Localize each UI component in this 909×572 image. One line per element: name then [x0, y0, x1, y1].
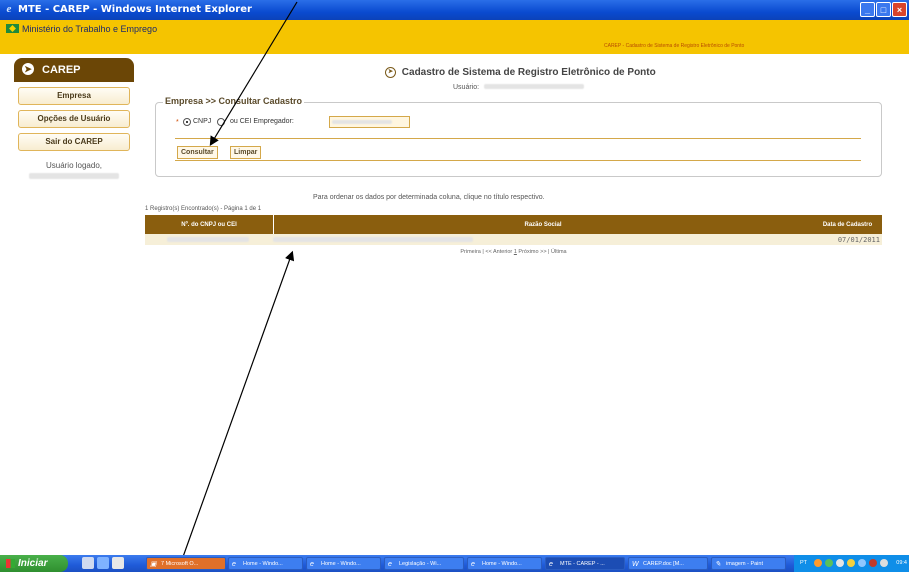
- taskbar-item-mte-carep[interactable]: e MTE - CAREP - ...: [545, 557, 625, 570]
- tray-icon[interactable]: [814, 559, 822, 567]
- annotation-arrows: [178, 1, 298, 569]
- tray-icon[interactable]: [825, 559, 833, 567]
- language-indicator[interactable]: PT: [800, 555, 807, 572]
- word-icon: W: [632, 561, 639, 568]
- taskbar-item-carep-doc[interactable]: W CAREP.doc [M...: [628, 557, 708, 570]
- ie-icon: e: [388, 561, 392, 568]
- arrow-to-consultar: [209, 1, 298, 147]
- arrow-to-result-row: [178, 250, 295, 569]
- tray-icon[interactable]: [869, 559, 877, 567]
- taskbar-item-microsoft-office[interactable]: ▣ 7 Microsoft O...: [146, 557, 226, 570]
- ie-quicklaunch-icon[interactable]: [97, 557, 109, 569]
- taskbar-item-home-2[interactable]: e Home - Windo...: [306, 557, 381, 570]
- ie-icon: e: [471, 561, 475, 568]
- windows-logo-icon: [6, 559, 15, 568]
- tray-icon[interactable]: [847, 559, 855, 567]
- ie-icon: e: [549, 561, 553, 568]
- system-tray: PT 09:4: [794, 555, 909, 572]
- taskbar-item-legislacao[interactable]: e Legislação - Wi...: [384, 557, 464, 570]
- show-desktop-icon[interactable]: [82, 557, 94, 569]
- ie-icon: e: [232, 561, 236, 568]
- tray-icon[interactable]: [880, 559, 888, 567]
- tray-icon[interactable]: [836, 559, 844, 567]
- start-label: Iniciar: [18, 558, 48, 569]
- start-button[interactable]: Iniciar: [0, 555, 68, 572]
- tray-icon[interactable]: [858, 559, 866, 567]
- taskbar-item-home-3[interactable]: e Home - Windo...: [467, 557, 542, 570]
- ie-icon: e: [310, 561, 314, 568]
- taskbar-item-home-1[interactable]: e Home - Windo...: [228, 557, 303, 570]
- taskbar: Iniciar ▣ 7 Microsoft O... e Home - Windo.…: [0, 555, 909, 572]
- office-icon: ▣: [150, 561, 157, 568]
- app-quicklaunch-icon[interactable]: [112, 557, 124, 569]
- taskbar-item-paint[interactable]: ✎ imagem - Paint: [711, 557, 786, 570]
- clock: 09:4: [896, 560, 907, 566]
- paint-icon: ✎: [715, 561, 721, 568]
